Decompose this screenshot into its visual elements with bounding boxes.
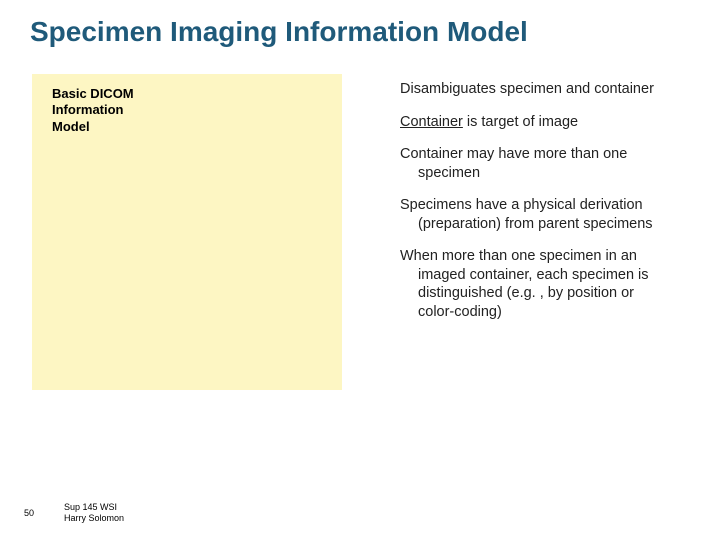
bullet-rest: is target of image [463,114,578,130]
bullet-item: Container may have more than one specime… [400,145,670,182]
diagram-box: Basic DICOM Information Model [32,74,342,390]
bullet-item: Container is target of image [400,113,670,132]
footer-text: Sup 145 WSI Harry Solomon [64,502,124,524]
page-title: Specimen Imaging Information Model [30,16,528,48]
box-label: Basic DICOM Information Model [52,86,134,135]
underlined-word: Container [400,114,463,130]
footer-line: Sup 145 WSI [64,502,117,512]
bullet-item: Specimens have a physical derivation (pr… [400,196,670,233]
page-number: 50 [24,508,34,518]
bullet-item: When more than one specimen in an imaged… [400,247,670,321]
slide: Specimen Imaging Information Model Basic… [0,0,720,540]
box-label-line: Model [52,119,90,134]
bullet-item: Disambiguates specimen and container [400,80,670,99]
bullet-list: Disambiguates specimen and container Con… [400,80,670,335]
box-label-line: Information [52,102,124,117]
box-label-line: Basic DICOM [52,86,134,101]
footer-line: Harry Solomon [64,513,124,523]
